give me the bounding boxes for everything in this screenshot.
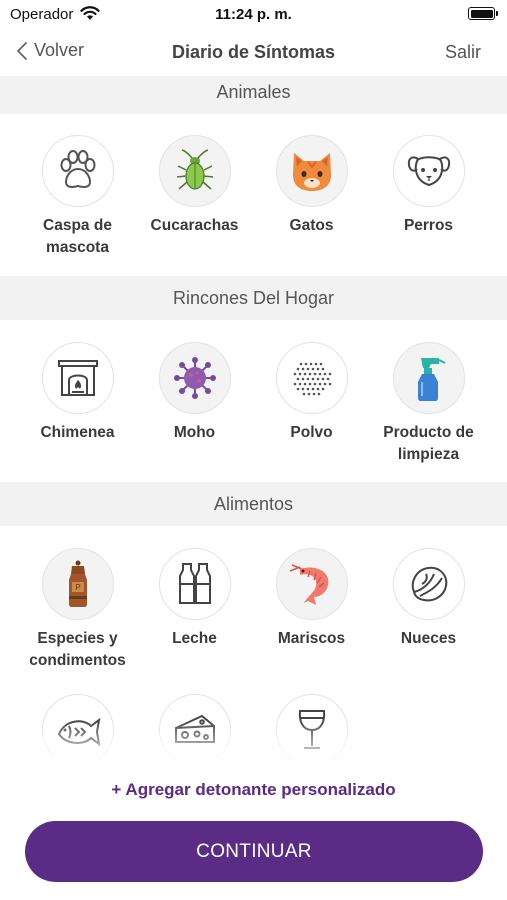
back-button[interactable]: Volver [16,40,84,61]
mold-icon [173,357,216,399]
navigation-bar: Volver Diario de Síntomas Salir [0,30,507,76]
spray-bottle-icon [417,358,445,401]
trigger-tile-chimenea[interactable]: Chimenea [19,342,136,444]
trigger-circle [275,135,348,207]
trigger-label: Caspa de mascota [43,217,112,256]
trigger-label: Polvo [290,424,333,441]
trigger-circle: P [41,548,114,620]
trigger-label: Cucarachas [150,217,239,234]
trigger-circle [392,342,465,414]
trigger-circle [41,135,114,207]
milk-bottles-icon [178,563,211,604]
exit-button[interactable]: Salir [445,42,481,63]
add-custom-trigger-link[interactable]: + Agregar detonante personalizado [0,780,507,800]
clock: 11:24 p. m. [215,6,292,23]
trigger-tile-cucarachas[interactable]: Cucarachas [136,135,253,237]
trigger-label: Moho [173,424,216,441]
trigger-tile-producto-de-limpieza[interactable]: Producto de limpieza [370,342,487,466]
dust-icon [293,362,331,396]
fireplace-icon [57,360,98,396]
section-header-rincones-del-hogar: Rincones Del Hogar [0,276,507,320]
nut-icon [411,566,447,602]
trigger-circle [158,135,231,207]
trigger-label: Chimenea [40,424,115,441]
trigger-label: Especies y condimentos [29,630,126,669]
trigger-tile-polvo[interactable]: Polvo [253,342,370,444]
section-header-animales: Animales [0,76,507,114]
trigger-tile-leche[interactable]: Leche [136,548,253,650]
pepper-grinder-icon: P [68,560,87,607]
battery-icon [468,7,498,20]
chevron-left-icon [17,41,27,60]
trigger-tile-especies-y-condimentos[interactable]: P Especies y condimentos [19,548,136,672]
trigger-circle [158,342,231,414]
trigger-label: Gatos [289,217,334,234]
continue-button[interactable]: CONTINUAR [25,821,483,882]
trigger-circle [275,548,348,620]
section-header-alimentos: Alimentos [0,482,507,526]
trigger-circle [392,548,465,620]
paw-icon [60,150,95,188]
trigger-label: Mariscos [277,630,346,647]
trigger-circle [158,548,231,620]
trigger-label: Nueces [400,630,457,647]
trigger-circle [275,342,348,414]
trigger-tile-perros[interactable]: Perros [370,135,487,237]
shrimp-icon [289,564,328,605]
trigger-tile-caspa-de-mascota[interactable]: Caspa de mascota [19,135,136,259]
cat-icon [292,153,331,191]
scroll-fade [0,720,507,766]
trigger-tile-mariscos[interactable]: Mariscos [253,548,370,650]
trigger-label: Perros [403,217,454,234]
trigger-tile-moho[interactable]: Moho [136,342,253,444]
dog-icon [407,156,450,187]
svg-text:P: P [75,583,80,592]
trigger-tile-gatos[interactable]: Gatos [253,135,370,237]
trigger-circle [41,342,114,414]
back-label: Volver [34,40,85,60]
trigger-label: Producto de limpieza [383,424,474,463]
cockroach-icon [176,149,213,190]
trigger-label: Leche [172,630,217,647]
status-bar: Operador 11:24 p. m. [0,0,507,30]
trigger-circle [392,135,465,207]
triggers-list[interactable]: Animales Caspa de mascota Cucarachas Gat… [0,76,507,766]
trigger-tile-nueces[interactable]: Nueces [370,548,487,650]
